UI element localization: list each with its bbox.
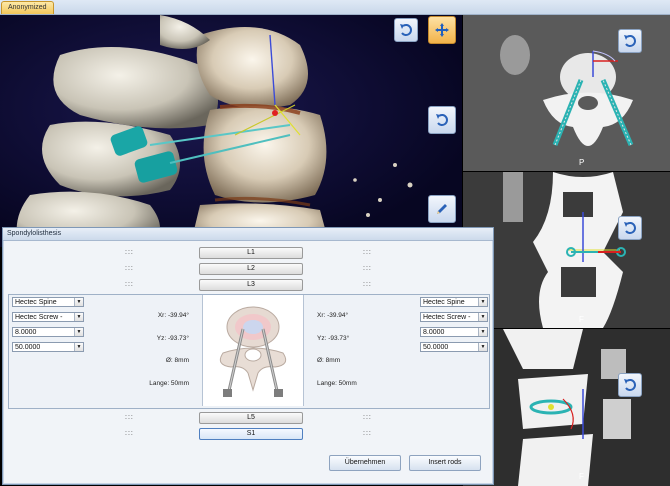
dots-left-l1: ::: — [125, 249, 134, 256]
right-info-xr: Xr: -39.94° — [317, 312, 349, 319]
left-info-diameter: Ø: 8mm — [165, 357, 189, 364]
insert-rods-button[interactable]: Insert rods — [409, 455, 481, 471]
right-diameter-value: 8.0000 — [423, 329, 445, 336]
left-diameter-select[interactable]: 8.0000 ▼ — [12, 327, 84, 337]
pencil-icon — [437, 204, 447, 214]
left-system-select[interactable]: Hectec Spine ▼ — [12, 297, 84, 307]
right-info-diameter: Ø: 8mm — [317, 357, 341, 364]
coronal-ct-image — [463, 172, 670, 328]
chevron-down-icon: ▼ — [74, 298, 83, 306]
right-info-length: Lange: 50mm — [317, 379, 357, 387]
dots-left-l5: ::: — [125, 414, 134, 421]
dots-right-l2: ::: — [363, 265, 372, 272]
chevron-down-icon: ▼ — [478, 343, 487, 351]
view-axial[interactable]: P — [463, 15, 670, 171]
spondylolisthesis-dialog: Spondylolisthesis ::: L1 ::: ::: L2 ::: … — [2, 227, 494, 485]
right-length-select[interactable]: 50.0000 ▼ — [420, 342, 488, 352]
dots-left-s1: ::: — [125, 430, 134, 437]
level-button-l5[interactable]: L5 — [199, 412, 303, 424]
view-sagittal[interactable]: F — [463, 329, 670, 486]
left-info-yz: Yz: -93.73° — [156, 334, 189, 342]
level-button-s1[interactable]: S1 — [199, 428, 303, 440]
dots-right-l3: ::: — [363, 281, 372, 288]
right-info-yz: Yz: -93.73° — [317, 334, 350, 342]
right-length-value: 50.0000 — [423, 344, 449, 351]
title-bar: Anonymized — [0, 0, 670, 15]
undo-icon — [624, 379, 636, 391]
left-info-length: Lange: 50mm — [149, 379, 189, 387]
chevron-down-icon: ▼ — [74, 313, 83, 321]
level-button-l2[interactable]: L2 — [199, 263, 303, 275]
left-screw-value: Hectec Screw - — [15, 314, 63, 321]
move-button[interactable] — [428, 16, 456, 44]
axial-orientation-label: P — [579, 158, 585, 167]
level-button-l1[interactable]: L1 — [199, 247, 303, 259]
left-system-value: Hectec Spine — [15, 299, 57, 306]
undo-button-coronal[interactable] — [618, 216, 642, 240]
dots-right-s1: ::: — [363, 430, 372, 437]
sagittal-ct-image — [463, 329, 670, 486]
right-system-value: Hectec Spine — [423, 299, 465, 306]
dots-left-l3: ::: — [125, 281, 134, 288]
pencil-button[interactable] — [428, 195, 456, 223]
right-screw-select[interactable]: Hectec Screw - ▼ — [420, 312, 488, 322]
left-info-xr: Xr: -39.94° — [157, 312, 189, 319]
vertebra-illustration — [202, 295, 304, 406]
vertebra-screws-icon — [219, 306, 287, 397]
right-diameter-select[interactable]: 8.0000 ▼ — [420, 327, 488, 337]
right-screw-value: Hectec Screw - — [423, 314, 471, 321]
level-button-l3[interactable]: L3 — [199, 279, 303, 291]
undo-button-3d[interactable] — [394, 18, 418, 42]
spine-3d-render — [16, 15, 413, 247]
undo-icon — [624, 222, 636, 234]
view-3d[interactable] — [0, 15, 462, 247]
dialog-title: Spondylolisthesis — [3, 228, 493, 241]
chevron-down-icon: ▼ — [478, 298, 487, 306]
left-screw-select[interactable]: Hectec Screw - ▼ — [12, 312, 84, 322]
sagittal-orientation-label: F — [579, 472, 584, 481]
chevron-down-icon: ▼ — [74, 343, 83, 351]
undo-button-axial[interactable] — [618, 29, 642, 53]
coronal-orientation-label: F — [579, 315, 584, 324]
right-system-select[interactable]: Hectec Spine ▼ — [420, 297, 488, 307]
undo-icon — [624, 35, 636, 47]
apply-button[interactable]: Übernehmen — [329, 455, 401, 471]
undo-button-sagittal[interactable] — [618, 373, 642, 397]
dots-right-l1: ::: — [363, 249, 372, 256]
undo-button-3d-secondary[interactable] — [428, 106, 456, 134]
left-length-select[interactable]: 50.0000 ▼ — [12, 342, 84, 352]
left-screw-info: Xr: -39.94° Yz: -93.73° Ø: 8mm Lange: 50… — [129, 297, 189, 402]
view-coronal[interactable]: F — [463, 172, 670, 328]
chevron-down-icon: ▼ — [74, 328, 83, 336]
chevron-down-icon: ▼ — [478, 313, 487, 321]
undo-icon — [436, 114, 448, 126]
screw-planning-panel: Hectec Spine ▼ Hectec Screw - ▼ 8.0000 ▼… — [8, 294, 490, 409]
tab-anonymized[interactable]: Anonymized — [1, 1, 54, 14]
left-length-value: 50.0000 — [15, 344, 41, 351]
left-diameter-value: 8.0000 — [15, 329, 37, 336]
chevron-down-icon: ▼ — [478, 328, 487, 336]
right-screw-info: Xr: -39.94° Yz: -93.73° Ø: 8mm Lange: 50… — [317, 297, 377, 402]
move-icon — [435, 23, 449, 37]
dots-left-l2: ::: — [125, 265, 134, 272]
undo-icon — [400, 24, 412, 36]
dots-right-l5: ::: — [363, 414, 372, 421]
